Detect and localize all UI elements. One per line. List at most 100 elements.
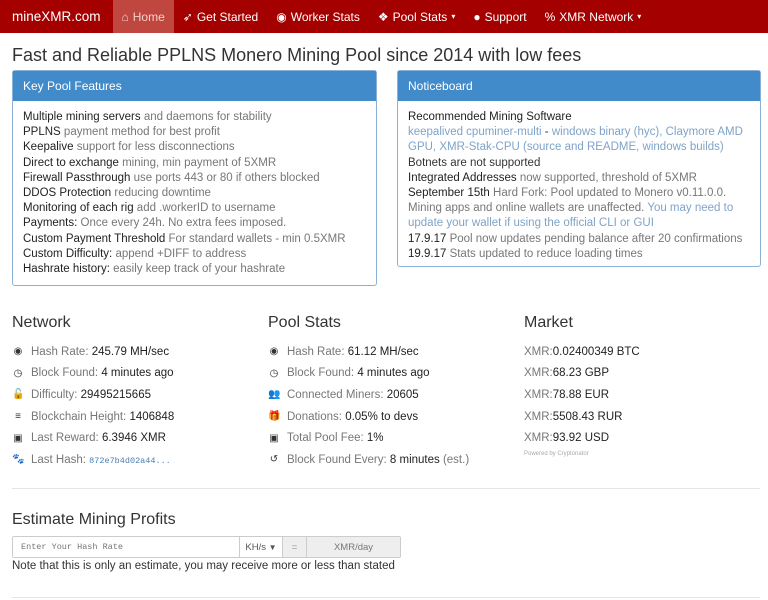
botnets-note: Botnets are not supported [408, 156, 541, 169]
nav-get-started[interactable]: ➶ Get Started [174, 0, 267, 33]
link-cpuminer[interactable]: keepalived cpuminer-multi [408, 126, 542, 138]
nav-label: Support [484, 9, 527, 24]
network-section: Network ◉ Hash Rate: 245.79 MH/sec ◷ Block F… [12, 314, 252, 471]
link-source[interactable]: source and README [527, 141, 636, 153]
market-row: XMR: 68.23 GBP [524, 363, 764, 385]
rocket-icon: ➶ [182, 9, 193, 24]
stat-value: 0.05% to devs [345, 410, 419, 423]
cubes-icon: ❖ [377, 9, 389, 24]
stat-row: ◉ Hash Rate: 245.79 MH/sec [12, 341, 252, 363]
dashboard-icon: ◉ [269, 346, 279, 358]
nav-home[interactable]: ⌂ Home [112, 0, 174, 33]
software-heading: Recommended Mining Software [408, 111, 572, 123]
result-field: XMR/day [306, 537, 400, 557]
nav-label: Pool Stats [392, 9, 448, 24]
nav-worker-stats[interactable]: ◉ Worker Stats [267, 0, 369, 33]
market-row: XMR: 78.88 EUR [524, 384, 764, 406]
stat-row: ≡ Blockchain Height: 1406848 [12, 406, 252, 428]
market-label: XMR: [524, 388, 553, 401]
stat-row: ▣ Total Pool Fee: 1% [268, 427, 508, 449]
section-title: Market [524, 314, 573, 331]
sep: ) [719, 141, 724, 154]
section-title: Network [12, 314, 71, 331]
hashrate-input[interactable] [13, 537, 239, 557]
feature-item: Payments: Once every 24h. No extra fees … [23, 216, 366, 231]
home-icon: ⌂ [121, 9, 129, 24]
market-value: 93.92 USD [552, 432, 610, 445]
unit-dropdown[interactable]: KH/s ▼ [239, 537, 282, 557]
estimate-title: Estimate Mining Profits [12, 511, 176, 528]
stat-row: 🔓 Difficulty: 29495215665 [12, 384, 252, 406]
market-section: Market XMR: 0.02400349 BTC XMR: 68.23 GBP X… [524, 314, 764, 457]
feature-name: Custom Payment Threshold [23, 232, 166, 245]
brand-logo[interactable]: mineXMR.com [0, 9, 113, 24]
powered-by[interactable]: Powered by Cryptonator [524, 451, 764, 457]
feature-desc: use ports 443 or 80 if others blocked [133, 171, 320, 184]
sep: - [541, 126, 552, 139]
feature-name: Hashrate history: [23, 263, 110, 276]
feature-desc: append +DIFF to address [115, 247, 247, 260]
link-icon: % [544, 9, 556, 24]
noticeboard-panel: Noticeboard Recommended Mining Software … [397, 70, 761, 267]
stat-extra: (est.) [439, 453, 470, 466]
stat-value: 61.12 MH/sec [347, 345, 419, 358]
money-icon: ▣ [13, 432, 23, 444]
feature-desc: easily keep track of your hashrate [113, 263, 286, 276]
stat-row: ↺ Block Found Every: 8 minutes (est.) [268, 449, 508, 471]
stat-row: ▣ Last Reward: 6.3946 XMR [12, 427, 252, 449]
market-value: 5508.43 RUR [552, 410, 623, 423]
feature-desc: reducing downtime [114, 187, 211, 200]
stat-row: ◷ Block Found: 4 minutes ago [12, 363, 252, 385]
feature-name: DDOS Protection [23, 187, 112, 200]
feature-name: PPLNS [23, 126, 61, 139]
notice-bold: Integrated Addresses [408, 171, 517, 184]
stat-value[interactable]: 872e7b4d02a44... [89, 456, 171, 466]
users-icon: 👥 [268, 389, 281, 401]
stat-label: Block Found: [287, 367, 358, 380]
stat-label: Block Found Every: [287, 453, 390, 466]
gift-icon: 🎁 [268, 411, 281, 423]
nav-support[interactable]: ● Support [464, 0, 535, 33]
feature-name: Firewall Passthrough [23, 171, 131, 184]
notice-text: now supported, threshold of 5XMR [516, 171, 697, 184]
market-row: XMR: 93.92 USD [524, 427, 764, 449]
equals-sign: = [282, 537, 306, 557]
feature-desc: payment method for best profit [63, 126, 220, 139]
divider [12, 488, 760, 489]
panel-title: Key Pool Features [13, 71, 376, 101]
stat-label: Hash Rate: [287, 345, 348, 358]
link-windows-binary[interactable]: windows binary (hyc) [552, 126, 659, 138]
stat-value: 20605 [386, 388, 419, 401]
feature-item: Firewall Passthrough use ports 443 or 80… [23, 171, 366, 186]
stat-label: Hash Rate: [31, 345, 92, 358]
history-icon: ↺ [269, 454, 279, 466]
clock-icon: ◷ [269, 367, 279, 379]
navbar: mineXMR.com ⌂ Home ➶ Get Started ◉ Worker Sta… [0, 0, 768, 33]
stat-row: ◷ Block Found: 4 minutes ago [268, 363, 508, 385]
feature-name: Custom Difficulty: [23, 247, 113, 260]
dashboard-icon: ◉ [276, 9, 287, 24]
feature-name: Direct to exchange [23, 156, 119, 169]
stat-row: ◉ Hash Rate: 61.12 MH/sec [268, 341, 508, 363]
caret-down-icon: ▼ [268, 542, 277, 552]
section-title: Pool Stats [268, 314, 341, 331]
panel-title: Noticeboard [398, 71, 760, 101]
stat-row: 🐾 Last Hash: 872e7b4d02a44... [12, 449, 252, 471]
nav-label: Get Started [196, 9, 259, 24]
clock-icon: ◷ [13, 367, 23, 379]
market-label: XMR: [524, 410, 553, 423]
dashboard-icon: ◉ [13, 346, 23, 358]
nav-pool-stats[interactable]: ❖ Pool Stats ▾ [369, 0, 464, 33]
feature-item: Monitoring of each rig add .workerID to … [23, 201, 366, 216]
feature-name: Monitoring of each rig [23, 202, 134, 215]
feature-name: Multiple mining servers [23, 111, 141, 123]
nav-label: XMR Network [559, 9, 634, 24]
stat-value: 4 minutes ago [101, 367, 174, 380]
notice-bold: 19.9.17 [408, 247, 447, 260]
stat-value: 4 minutes ago [357, 367, 430, 380]
link-windows-builds[interactable]: windows builds [643, 141, 720, 153]
comments-icon: ● [473, 9, 481, 24]
nav-xmr-network[interactable]: % XMR Network ▾ [536, 0, 651, 33]
divider [12, 597, 760, 598]
link-xmr-stak[interactable]: XMR-Stak-CPU [439, 141, 520, 153]
